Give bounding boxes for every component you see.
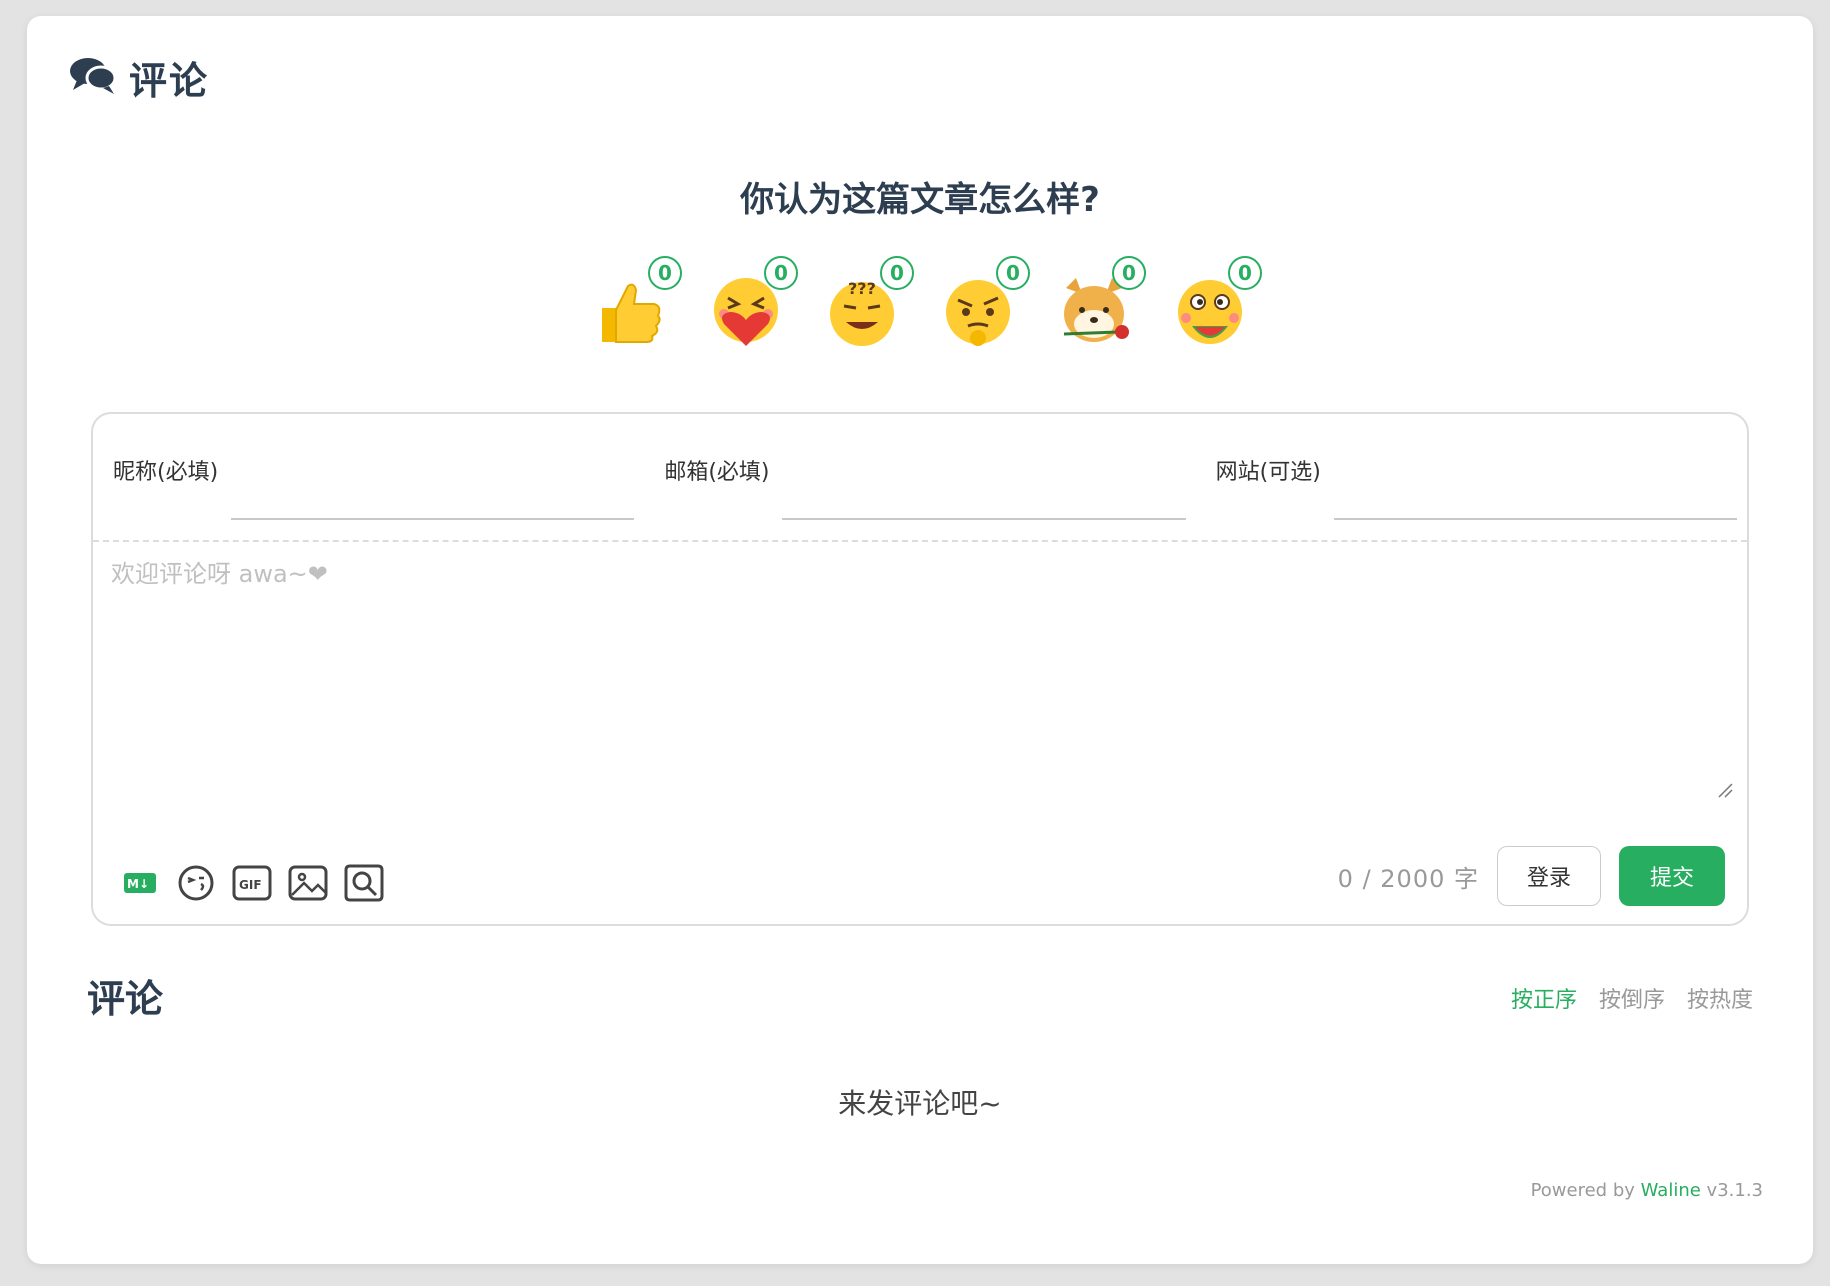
comment-editor[interactable] [111, 554, 1729, 794]
reaction-watermelon[interactable]: 0 [1172, 256, 1262, 346]
preview-icon[interactable] [343, 862, 385, 904]
svg-text:M↓: M↓ [127, 877, 149, 891]
powered-by: Powered by Waline v3.1.3 [1531, 1180, 1763, 1201]
editor-toolbar: M↓ GIF [119, 862, 385, 904]
word-counter: 0 / 2000 字 [1337, 864, 1479, 893]
reaction-thumbs-up[interactable]: 0 [592, 256, 682, 346]
comments-section-title: 评论 [87, 977, 164, 1021]
reaction-skeptical[interactable]: 0 [940, 256, 1030, 346]
sort-hot[interactable]: 按热度 [1687, 982, 1753, 1014]
reaction-title: 你认为这篇文章怎么样? [740, 180, 1100, 220]
link-input[interactable] [1333, 492, 1737, 520]
reaction-count: 0 [880, 256, 914, 290]
reaction-dizzy-grin[interactable]: ??? 0 [824, 256, 914, 346]
sort-asc[interactable]: 按正序 [1511, 982, 1577, 1014]
reaction-count: 0 [996, 256, 1030, 290]
form-actions: 0 / 2000 字 登录 提交 [1338, 846, 1725, 906]
image-icon[interactable] [287, 862, 329, 904]
svg-text:???: ??? [848, 279, 876, 298]
mail-input[interactable] [782, 492, 1186, 520]
user-info-fields: 昵称(必填) 邮箱(必填) 网站(可选) [93, 414, 1747, 542]
mail-field: 邮箱(必填) [644, 414, 1195, 540]
reaction-count: 0 [1228, 256, 1262, 290]
version-text: v3.1.3 [1706, 1180, 1763, 1201]
comment-header: 评论 [69, 50, 209, 105]
reaction-count: 0 [1112, 256, 1146, 290]
resize-handle-icon[interactable] [1717, 782, 1733, 798]
emoji-icon[interactable] [175, 862, 217, 904]
comment-form: 昵称(必填) 邮箱(必填) 网站(可选) M↓ [91, 412, 1749, 926]
reaction-list: 0 0 ??? 0 0 0 0 [592, 256, 1262, 346]
reaction-count: 0 [648, 256, 682, 290]
waline-link[interactable]: Waline [1641, 1180, 1701, 1201]
nick-field: 昵称(必填) [93, 414, 644, 540]
gif-icon[interactable]: GIF [231, 862, 273, 904]
reaction-heart-hug[interactable]: 0 [708, 256, 798, 346]
link-field: 网站(可选) [1196, 414, 1747, 540]
sort-desc[interactable]: 按倒序 [1599, 982, 1665, 1014]
nick-input[interactable] [231, 492, 635, 520]
mail-label: 邮箱(必填) [664, 460, 770, 485]
reaction-doge-rose[interactable]: 0 [1056, 256, 1146, 346]
reaction-count: 0 [764, 256, 798, 290]
comment-card: 评论 你认为这篇文章怎么样? 0 0 ??? 0 0 0 0 昵称(必填) 邮箱… [27, 16, 1813, 1264]
empty-comments-text: 来发评论吧~ [838, 1087, 1002, 1120]
comments-icon [69, 56, 117, 100]
link-label: 网站(可选) [1215, 460, 1321, 485]
markdown-icon[interactable]: M↓ [119, 862, 161, 904]
sort-options: 按正序 按倒序 按热度 [1511, 982, 1753, 1014]
submit-button[interactable]: 提交 [1619, 846, 1725, 906]
header-title: 评论 [129, 59, 210, 103]
nick-label: 昵称(必填) [113, 460, 219, 485]
svg-text:GIF: GIF [239, 878, 262, 892]
powered-prefix: Powered by [1530, 1180, 1635, 1201]
login-button[interactable]: 登录 [1497, 846, 1601, 906]
